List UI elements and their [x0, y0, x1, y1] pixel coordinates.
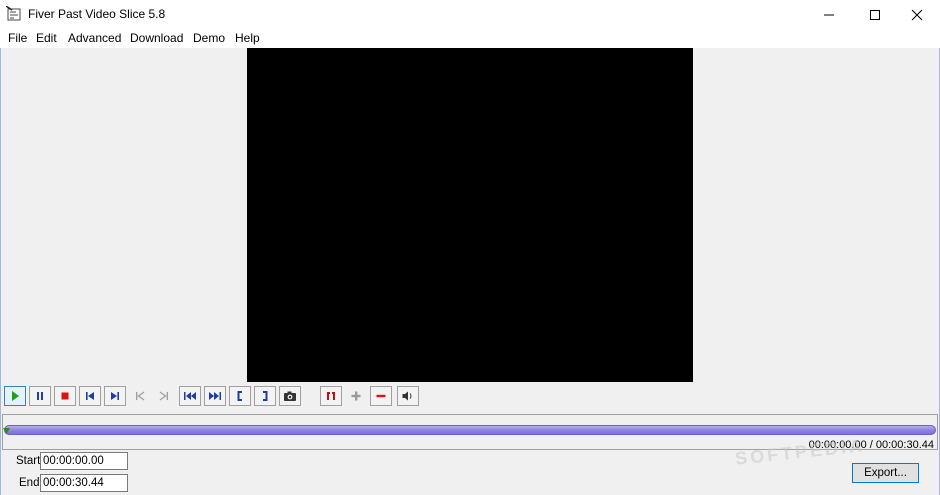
time-readout: 00:00:00.00 / 00:00:30.44: [808, 439, 934, 451]
close-icon: [911, 9, 923, 21]
export-button[interactable]: Export...: [852, 463, 919, 483]
next-frame-button[interactable]: [153, 386, 175, 406]
seek-slider[interactable]: [4, 425, 936, 435]
menu-file[interactable]: File: [6, 31, 29, 45]
title-bar: Fiver Past Video Slice 5.8: [0, 0, 940, 30]
video-preview[interactable]: [247, 48, 693, 382]
maximize-button[interactable]: [852, 0, 898, 30]
stop-icon: [61, 392, 69, 400]
skip-to-end-button[interactable]: [104, 386, 126, 406]
fast-forward-button[interactable]: [204, 386, 226, 406]
skip-to-start-button[interactable]: [79, 386, 101, 406]
remove-icon: [376, 394, 386, 398]
menu-bar: File Edit Advanced Download Demo Help: [0, 30, 940, 48]
menu-demo[interactable]: Demo: [191, 31, 227, 45]
fast-rewind-icon: [184, 392, 196, 400]
prev-frame-button[interactable]: [129, 386, 151, 406]
mark-in-icon: [237, 391, 242, 401]
mark-out-button[interactable]: [254, 386, 276, 406]
seek-handle[interactable]: [3, 424, 10, 434]
end-time-input[interactable]: [40, 474, 128, 492]
maximize-icon: [870, 10, 880, 20]
window-title: Fiver Past Video Slice 5.8: [28, 7, 166, 21]
menu-download[interactable]: Download: [128, 31, 185, 45]
add-icon: [351, 391, 361, 401]
next-frame-icon: [159, 391, 168, 401]
snapshot-button[interactable]: [279, 386, 301, 406]
skip-to-end-icon: [111, 392, 119, 400]
mark-out-icon: [263, 391, 268, 401]
volume-icon: [402, 391, 412, 401]
camera-icon: [284, 391, 296, 401]
close-button[interactable]: [894, 0, 940, 30]
cut-marker-button[interactable]: [320, 386, 342, 406]
app-icon: [5, 5, 24, 24]
mark-in-button[interactable]: [229, 386, 251, 406]
minimize-button[interactable]: [806, 0, 852, 30]
fast-forward-icon: [209, 392, 221, 400]
menu-edit[interactable]: Edit: [34, 31, 59, 45]
minimize-icon: [824, 14, 834, 16]
remove-segment-button[interactable]: [370, 386, 392, 406]
pause-button[interactable]: [29, 386, 51, 406]
add-segment-button[interactable]: [345, 386, 367, 406]
play-button[interactable]: [4, 386, 26, 406]
volume-button[interactable]: [397, 386, 419, 406]
prev-frame-icon: [136, 391, 145, 401]
stop-button[interactable]: [54, 386, 76, 406]
triangle-down-icon: [3, 428, 10, 434]
menu-advanced[interactable]: Advanced: [66, 31, 123, 45]
play-icon: [12, 391, 19, 401]
fast-rewind-button[interactable]: [179, 386, 201, 406]
pause-icon: [37, 392, 43, 400]
cut-marker-icon: [327, 392, 335, 400]
menu-help[interactable]: Help: [233, 31, 262, 45]
start-time-input[interactable]: [40, 452, 128, 470]
skip-to-start-icon: [86, 392, 94, 400]
